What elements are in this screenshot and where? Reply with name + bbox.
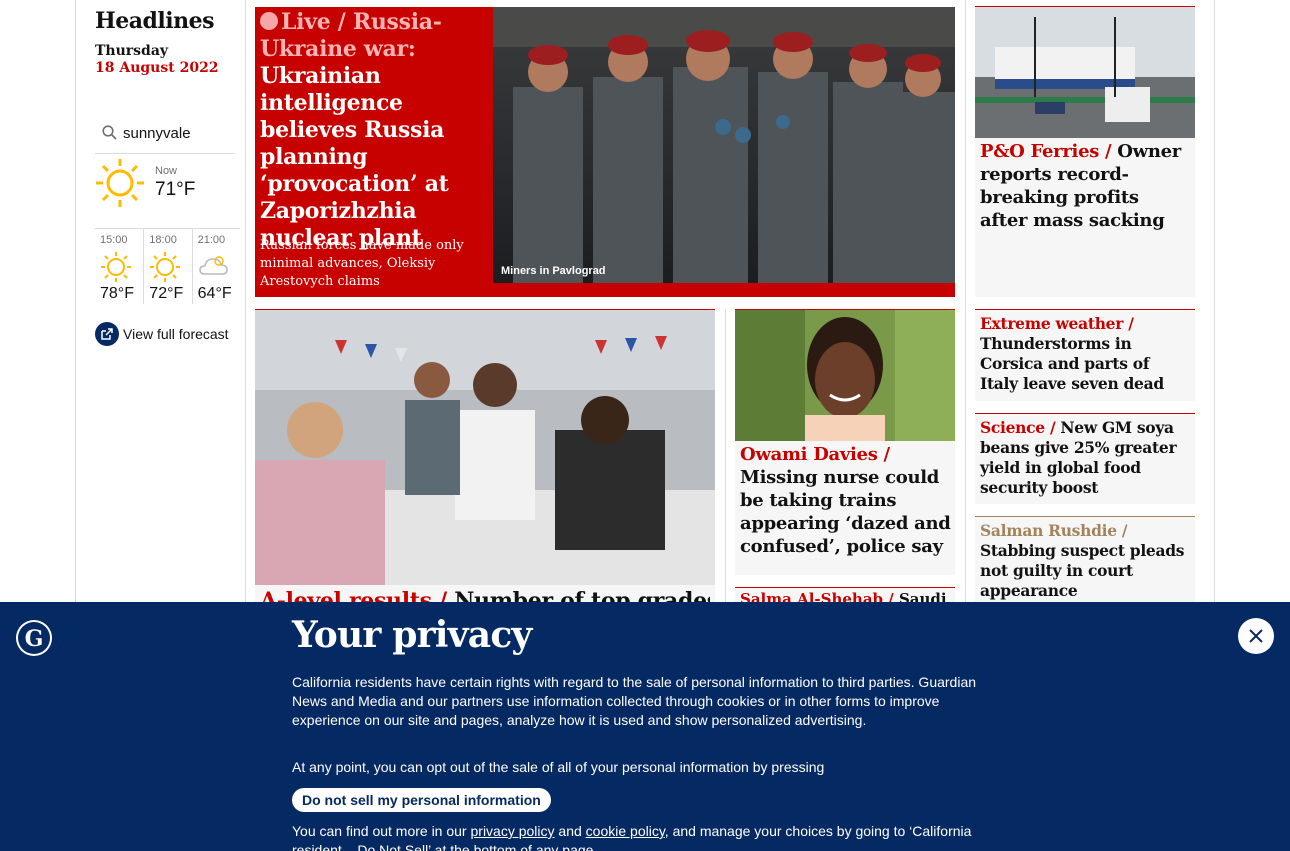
ferry-photo bbox=[975, 7, 1195, 138]
story-headline: Science / New GM soya beans give 25% gre… bbox=[980, 418, 1185, 498]
cookie-policy-link[interactable]: cookie policy bbox=[586, 823, 665, 839]
story-card-science[interactable]: Science / New GM soya beans give 25% gre… bbox=[975, 413, 1195, 504]
story-kicker: P&O Ferries / bbox=[980, 141, 1112, 162]
date-day: Thursday bbox=[95, 43, 169, 59]
story-card-pno[interactable]: P&O Ferries / Owner reports record-break… bbox=[975, 6, 1195, 297]
live-dot-icon bbox=[260, 12, 278, 30]
svg-text:G: G bbox=[25, 626, 44, 652]
story-headline-text: Stabbing suspect pleads not guilty in co… bbox=[980, 541, 1185, 600]
live-kicker: Live bbox=[281, 9, 331, 35]
story-card-salman-rushdie[interactable]: Salman Rushdie / Stabbing suspect pleads… bbox=[975, 516, 1195, 608]
weather-location-search[interactable] bbox=[95, 120, 235, 154]
do-not-sell-button[interactable]: Do not sell my personal information bbox=[292, 788, 551, 812]
column-divider bbox=[725, 309, 726, 609]
story-kicker: Owami Davies / bbox=[740, 444, 890, 465]
privacy-opt-out-text: At any point, you can opt out of the sal… bbox=[292, 759, 825, 775]
story-card-a-level[interactable]: A-level results / Number of top grades bbox=[255, 309, 715, 614]
location-input[interactable] bbox=[123, 125, 233, 142]
story-kicker: Science / bbox=[980, 418, 1056, 437]
forecast-temperature: 78°F bbox=[100, 285, 134, 302]
forecast-hour: 21:00 64°F bbox=[191, 229, 240, 304]
hero-photo: Miners in Pavlograd bbox=[493, 7, 955, 283]
story-kicker: Salman Rushdie / bbox=[980, 521, 1128, 540]
sun-icon bbox=[101, 252, 131, 282]
privacy-body: California residents have certain rights… bbox=[292, 674, 977, 728]
guardian-logo: G bbox=[16, 620, 52, 656]
forecast-hour: 15:00 78°F bbox=[95, 229, 143, 304]
now-temperature: 71°F bbox=[155, 179, 196, 200]
forecast-temperature: 64°F bbox=[197, 285, 232, 302]
story-headline: Extreme weather / Thunderstorms in Corsi… bbox=[980, 314, 1185, 394]
privacy-banner: G Your privacy California residents have… bbox=[0, 602, 1290, 851]
story-card-extreme-weather[interactable]: Extreme weather / Thunderstorms in Corsi… bbox=[975, 309, 1195, 401]
story-card-owami-davies[interactable]: Owami Davies / Missing nurse could be ta… bbox=[735, 309, 955, 575]
hourly-forecast: 15:00 78°F 18:00 72°F 21:00 64°F bbox=[95, 228, 240, 304]
cloud-icon bbox=[198, 256, 228, 275]
photo-caption: Miners in Pavlograd bbox=[501, 265, 606, 277]
privacy-and: and bbox=[554, 823, 586, 839]
story-kicker: Extreme weather / bbox=[980, 314, 1134, 333]
privacy-more-text: You can find out more in our privacy pol… bbox=[292, 822, 997, 851]
story-headline-text: Missing nurse could be taking trains app… bbox=[740, 467, 951, 557]
sun-icon bbox=[96, 159, 144, 207]
owami-headline: Owami Davies / Missing nurse could be ta… bbox=[740, 443, 952, 558]
portrait-photo bbox=[735, 310, 955, 441]
forecast-time: 21:00 bbox=[197, 234, 226, 246]
view-forecast-label: View full forecast bbox=[123, 326, 229, 342]
now-label: Now bbox=[155, 165, 178, 177]
students-photo bbox=[255, 310, 715, 585]
hero-story-card[interactable]: Live / Russia-Ukraine war: Ukrainian int… bbox=[255, 7, 955, 297]
pno-headline: P&O Ferries / Owner reports record-break… bbox=[980, 140, 1190, 232]
hero-headline-text: Ukrainian intelligence believes Russia p… bbox=[260, 63, 449, 251]
date-full: 18 August 2022 bbox=[95, 60, 219, 76]
privacy-title: Your privacy bbox=[292, 614, 532, 656]
search-icon bbox=[102, 125, 117, 140]
view-forecast-link[interactable]: View full forecast bbox=[95, 322, 229, 346]
hero-standfirst: Russian forces have made only minimal ad… bbox=[260, 238, 464, 289]
section-title: Headlines bbox=[95, 8, 215, 34]
story-headline: Salman Rushdie / Stabbing suspect pleads… bbox=[980, 521, 1185, 601]
privacy-more-prefix: You can find out more in our bbox=[292, 823, 471, 839]
forecast-hour: 18:00 72°F bbox=[143, 229, 191, 304]
close-banner-button[interactable] bbox=[1238, 618, 1274, 654]
story-headline-text: Thunderstorms in Corsica and parts of It… bbox=[980, 334, 1164, 393]
external-link-icon bbox=[95, 322, 119, 346]
close-icon bbox=[1249, 629, 1263, 643]
privacy-policy-link[interactable]: privacy policy bbox=[471, 823, 555, 839]
forecast-temperature: 72°F bbox=[149, 285, 184, 302]
forecast-time: 18:00 bbox=[149, 234, 177, 246]
hero-headline: Live / Russia-Ukraine war: Ukrainian int… bbox=[260, 9, 488, 252]
sun-icon bbox=[150, 252, 181, 282]
forecast-time: 15:00 bbox=[100, 234, 128, 246]
